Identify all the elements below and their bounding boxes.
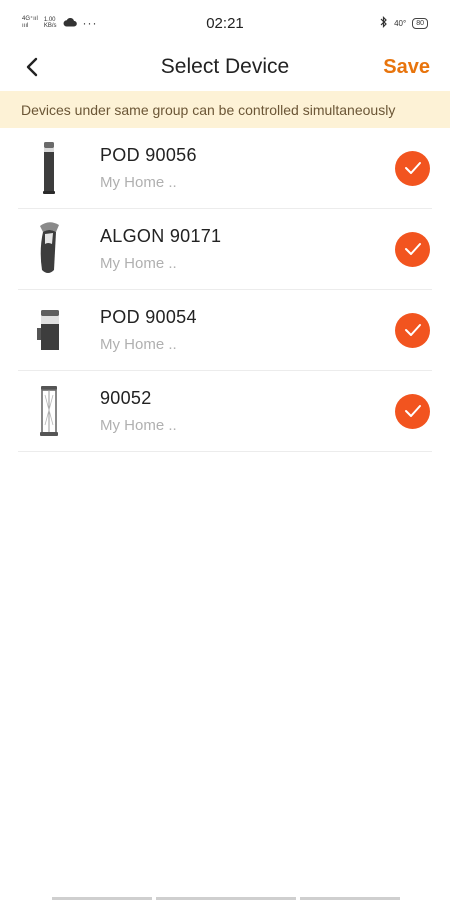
device-name: ALGON 90171 xyxy=(100,226,222,246)
checkmark-icon xyxy=(404,162,421,174)
battery-icon: 80 xyxy=(412,17,428,29)
info-banner: Devices under same group can be controll… xyxy=(0,91,450,128)
bluetooth-icon xyxy=(380,16,388,30)
device-name: POD 90056 xyxy=(100,145,197,165)
bollard-lamp-icon xyxy=(22,138,76,198)
selected-checkbox[interactable] xyxy=(395,312,430,348)
signal-icon: 4G⁺ııl ıııl xyxy=(22,16,38,29)
status-bar: 4G⁺ııl ıııl 1.00 KB/s ··· 02:21 40° 80 xyxy=(0,0,450,46)
network-speed: 1.00 KB/s xyxy=(43,17,57,29)
wall-lamp-icon xyxy=(22,219,76,279)
device-list: POD 90056 My Home .. ALGON 90171 My Home… xyxy=(0,128,450,452)
short-bollard-icon xyxy=(22,300,76,360)
cloud-icon xyxy=(63,17,77,29)
checkmark-icon xyxy=(404,324,421,336)
device-item[interactable]: 90052 My Home .. xyxy=(18,371,432,452)
device-info: 90052 My Home .. xyxy=(100,388,177,434)
status-right: 40° 80 xyxy=(380,16,428,30)
temperature-indicator: 40° xyxy=(394,18,407,28)
save-button[interactable]: Save xyxy=(383,56,430,79)
back-button[interactable] xyxy=(20,55,44,79)
device-info: ALGON 90171 My Home .. xyxy=(100,226,221,272)
device-item[interactable]: POD 90056 My Home .. xyxy=(18,128,432,209)
chevron-left-icon xyxy=(26,57,38,77)
system-nav-bar xyxy=(0,896,450,900)
device-name: POD 90054 xyxy=(100,307,197,327)
status-left: 4G⁺ııl ıııl 1.00 KB/s ··· xyxy=(22,16,98,30)
device-item[interactable]: ALGON 90171 My Home .. xyxy=(18,209,432,290)
device-location: My Home .. xyxy=(100,336,177,353)
device-info: POD 90054 My Home .. xyxy=(100,307,197,353)
header: Select Device Save xyxy=(0,46,450,88)
device-name: 90052 xyxy=(100,388,152,408)
checkmark-icon xyxy=(404,243,421,255)
checkmark-icon xyxy=(404,405,421,417)
selected-checkbox[interactable] xyxy=(395,231,430,267)
lantern-post-icon xyxy=(22,381,76,441)
device-info: POD 90056 My Home .. xyxy=(100,145,197,191)
device-location: My Home .. xyxy=(100,417,177,434)
more-notifications-icon: ··· xyxy=(82,16,98,30)
selected-checkbox[interactable] xyxy=(395,150,430,186)
selected-checkbox[interactable] xyxy=(395,393,430,429)
device-location: My Home .. xyxy=(100,174,177,191)
device-location: My Home .. xyxy=(100,255,177,272)
device-item[interactable]: POD 90054 My Home .. xyxy=(18,290,432,371)
